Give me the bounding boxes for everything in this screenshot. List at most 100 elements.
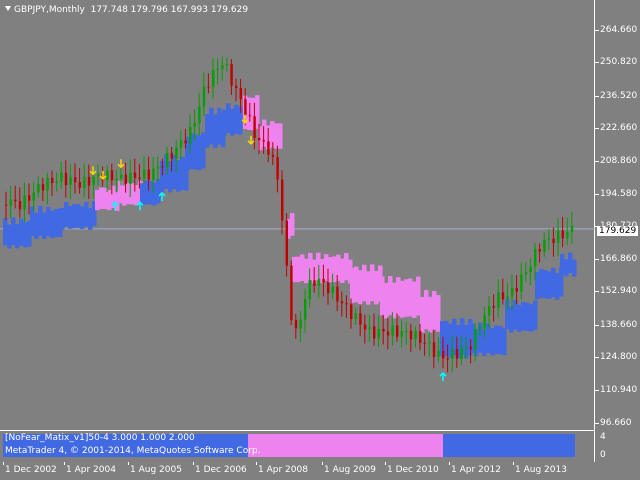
trend-band-segment	[84, 201, 89, 227]
current-price-label: 179.629	[597, 226, 639, 236]
candle-body	[207, 86, 210, 88]
trend-band-segment	[374, 270, 379, 305]
trend-band-segment	[490, 328, 495, 356]
price-axis-tick	[595, 160, 599, 162]
candle-body	[46, 177, 49, 191]
price-axis-tick	[595, 30, 599, 31]
candle-body	[308, 280, 311, 300]
trend-band-segment	[404, 279, 409, 317]
trend-band-segment	[424, 290, 429, 330]
trend-band-segment	[308, 252, 313, 281]
trend-band-segment	[350, 267, 355, 303]
candle-body	[225, 64, 229, 66]
time-axis-label: 1 Dec 2010	[387, 465, 439, 475]
time-axis-label: 1 Aug 2013	[515, 465, 567, 475]
trend-band-segment	[226, 103, 231, 133]
candle-body	[363, 324, 367, 330]
trend-band-segment	[568, 252, 573, 274]
price-axis-tick	[595, 128, 599, 130]
trend-band-segment	[46, 206, 51, 237]
candle-body	[570, 225, 574, 232]
candle-body	[115, 178, 118, 181]
candle-body	[340, 301, 344, 304]
price-chart	[0, 56, 595, 457]
trend-band-segment	[72, 204, 77, 228]
trend-band-segment	[486, 323, 491, 353]
time-axis-label: 1 Apr 2012	[451, 465, 501, 475]
candle-body	[179, 140, 183, 148]
indicator-scale-bottom: 0	[600, 450, 606, 460]
trend-band-segment	[384, 282, 389, 319]
trend-band-segment	[420, 296, 425, 333]
trend-band-segment	[64, 202, 69, 227]
candle-body	[501, 292, 505, 300]
candle-body	[271, 154, 275, 157]
price-axis-label: 250.820	[600, 57, 638, 68]
candle-body	[432, 342, 436, 357]
candle-body	[193, 122, 196, 127]
time-axis-label: 1 Apr 2004	[66, 465, 116, 475]
trend-band-segment	[107, 189, 112, 211]
candle-body	[5, 204, 8, 206]
trend-band-segment	[547, 271, 552, 299]
candle-body	[51, 177, 54, 184]
time-axis-tick	[449, 462, 450, 465]
candle-body	[322, 278, 325, 283]
candle-body	[368, 326, 371, 330]
candle-body	[488, 306, 491, 316]
trend-band-segment	[572, 259, 577, 277]
candle-body	[400, 331, 403, 337]
trend-band-segment	[408, 278, 413, 317]
trend-band-segment	[525, 302, 530, 331]
trend-band-segment	[152, 182, 157, 206]
candle-body	[143, 169, 146, 179]
candle-body	[299, 319, 302, 329]
candle-body	[18, 201, 22, 210]
candle-body	[184, 140, 187, 144]
candle-body	[534, 249, 537, 267]
candle-body	[414, 331, 417, 340]
trend-band-segment	[498, 325, 503, 355]
candle-body	[267, 141, 270, 155]
trend-band-segment	[209, 107, 214, 145]
trend-band-segment	[494, 325, 499, 354]
candle-body	[106, 170, 109, 181]
trend-band-segment	[3, 217, 8, 246]
candle-body	[32, 192, 35, 201]
trend-band-segment	[535, 272, 540, 300]
candle-body	[83, 176, 86, 188]
candle-body	[216, 68, 219, 71]
trend-band-segment	[316, 252, 321, 281]
price-axis-tick	[595, 291, 599, 293]
candle-body	[552, 238, 555, 244]
candle-body	[74, 177, 77, 183]
price-axis-label: 194.580	[600, 188, 638, 199]
candle-body	[235, 85, 238, 89]
trend-band-segment	[539, 269, 544, 298]
chart-title: GBPJPY,Monthly 177.748 179.796 167.993 1…	[5, 5, 248, 15]
candle-body	[377, 328, 380, 339]
trend-band-segment	[400, 280, 405, 318]
price-axis-label: 138.660	[600, 319, 638, 330]
time-axis-label: 1 Apr 2008	[258, 465, 308, 475]
candle-body	[285, 220, 288, 266]
candle-body	[152, 168, 155, 180]
candle-body	[359, 313, 362, 325]
price-axis-tick	[595, 193, 599, 195]
trend-band-segment	[234, 104, 239, 134]
candle-body	[161, 166, 164, 168]
trend-band-segment	[193, 134, 198, 170]
candle-body	[166, 152, 169, 168]
candle-body	[276, 156, 279, 180]
trend-band-segment	[262, 119, 267, 147]
candle-body	[92, 176, 95, 186]
price-axis-label: 110.940	[600, 384, 638, 395]
candle-body	[294, 320, 298, 329]
candle-body	[386, 331, 390, 336]
trend-band-segment	[513, 300, 518, 330]
trend-band-segment	[270, 121, 275, 148]
candle-body	[60, 172, 63, 182]
candle-body	[221, 65, 224, 69]
symbol-dropdown-icon[interactable]	[5, 6, 11, 11]
time-axis-label: 1 Dec 2006	[195, 465, 247, 475]
